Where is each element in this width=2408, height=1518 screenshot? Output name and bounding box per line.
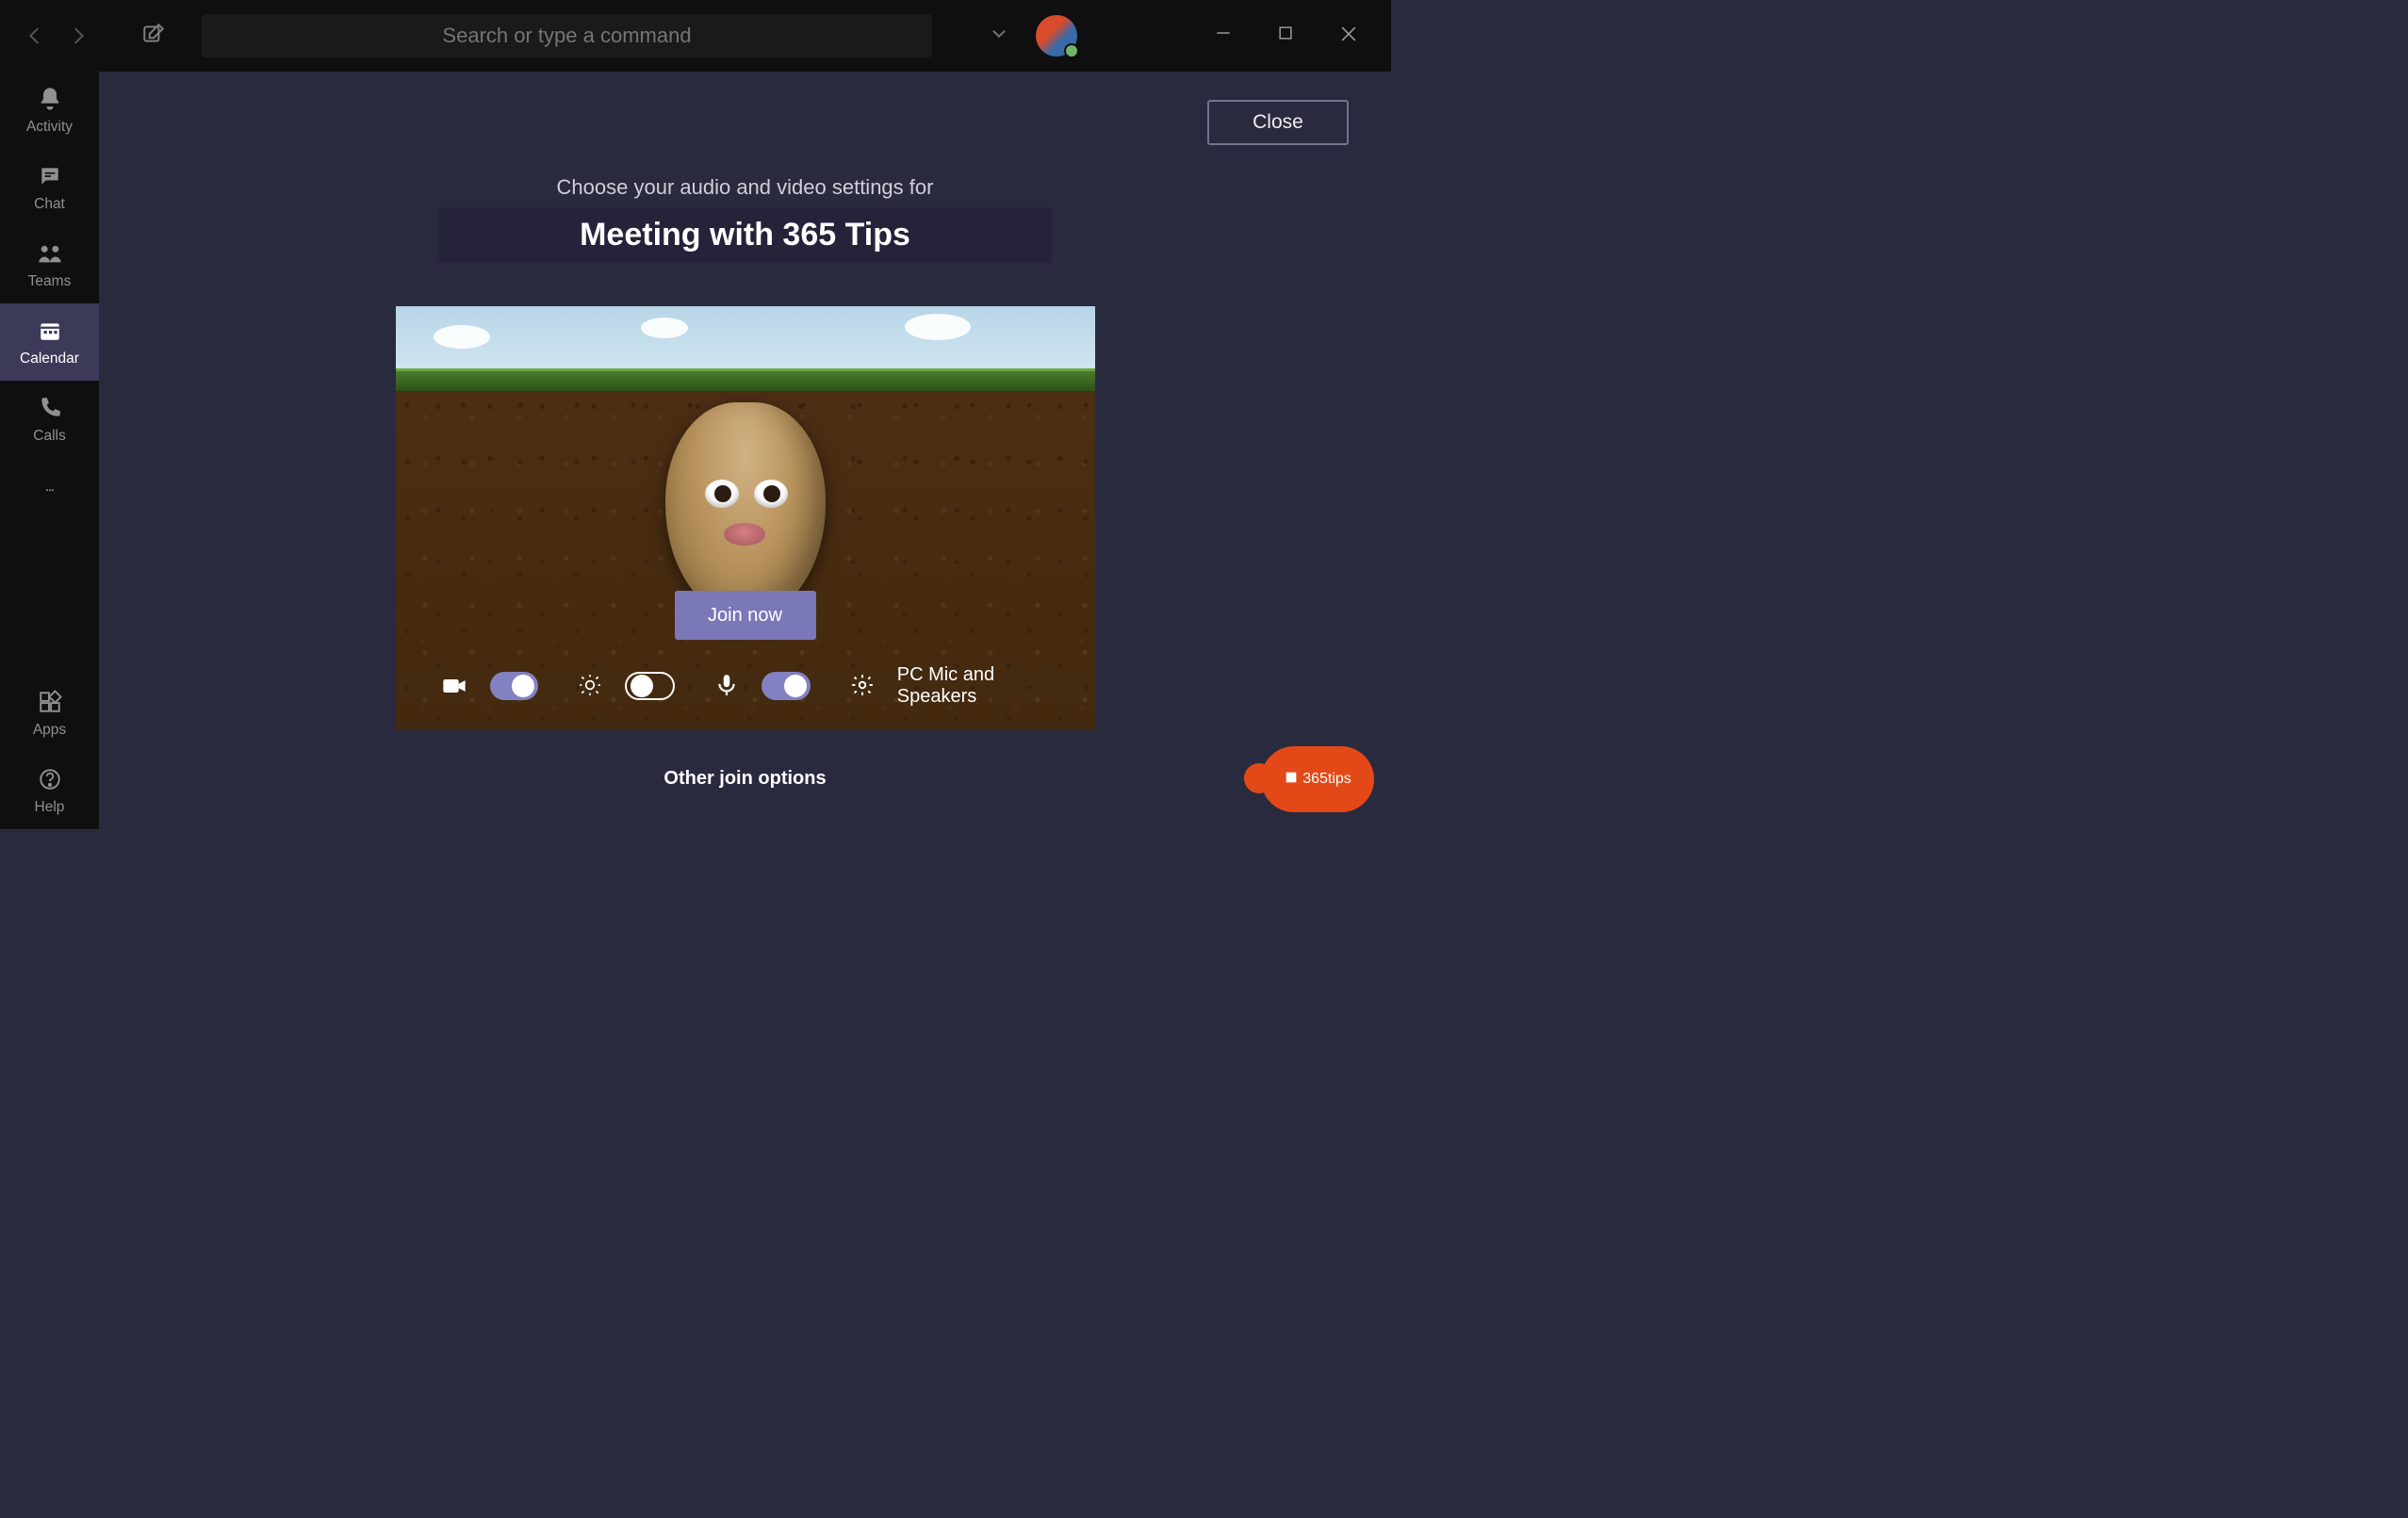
meeting-title: Meeting with 365 Tips [439,207,1052,263]
sidebar-item-label: Calendar [20,351,79,367]
sidebar-item-more[interactable] [0,458,99,528]
profile-avatar[interactable] [1036,15,1077,57]
forward-arrow-icon[interactable] [68,25,89,46]
teams-icon [36,239,64,268]
potato-avatar [665,402,826,619]
sidebar-item-label: Apps [33,722,66,739]
command-chevron-icon[interactable] [989,24,1009,49]
pre-join-subheading: Choose your audio and video settings for [99,175,1391,200]
window-close-icon[interactable] [1338,24,1359,49]
background-blur-icon [578,673,602,699]
search-input-box[interactable] [202,14,932,57]
audio-device-label[interactable]: PC Mic and Speakers [897,664,1050,708]
camera-preview: Join now PC Mic and Speakers [396,306,1095,730]
sidebar-item-label: Activity [26,119,73,136]
sidebar-item-calendar[interactable]: Calendar [0,303,99,381]
help-icon [36,765,64,793]
search-input[interactable] [202,24,932,48]
bell-icon [36,85,64,113]
presence-available-badge [1064,43,1079,58]
pre-join-panel: Close Choose your audio and video settin… [99,72,1391,829]
prejoin-controls: PC Mic and Speakers [396,664,1095,708]
microphone-icon [714,673,739,699]
back-arrow-icon[interactable] [25,25,45,46]
more-dots-icon [36,479,64,507]
sidebar-item-label: Chat [34,196,65,213]
join-now-button[interactable]: Join now [675,591,816,640]
apps-icon [36,688,64,716]
sidebar-item-label: Help [35,799,65,816]
camera-icon [441,673,467,699]
window-minimize-icon[interactable] [1214,24,1233,49]
compose-icon[interactable] [141,22,166,51]
other-join-options[interactable]: Other join options [99,768,1391,790]
chat-icon [36,162,64,190]
titlebar [0,0,1391,72]
background-effects-toggle[interactable] [625,672,675,700]
preview-sky [396,306,1095,368]
sidebar-item-help[interactable]: Help [0,752,99,829]
sidebar-item-chat[interactable]: Chat [0,149,99,226]
microphone-toggle[interactable] [762,672,811,700]
sidebar-item-label: Calls [33,428,65,445]
office-icon [1284,770,1299,790]
window-maximize-icon[interactable] [1276,24,1295,49]
sidebar-item-calls[interactable]: Calls [0,381,99,458]
close-button[interactable]: Close [1207,100,1349,145]
app-sidebar: Activity Chat Teams Calendar Calls [0,72,99,829]
sidebar-item-label: Teams [28,273,72,290]
brand-badge: 365tips [1261,746,1374,812]
brand-label: 365tips [1302,771,1351,788]
camera-toggle[interactable] [490,672,539,700]
sidebar-item-teams[interactable]: Teams [0,226,99,303]
settings-gear-icon[interactable] [850,673,875,699]
phone-icon [36,394,64,422]
calendar-icon [36,317,64,345]
sidebar-item-activity[interactable]: Activity [0,72,99,149]
sidebar-item-apps[interactable]: Apps [0,675,99,752]
preview-grass [396,368,1095,391]
